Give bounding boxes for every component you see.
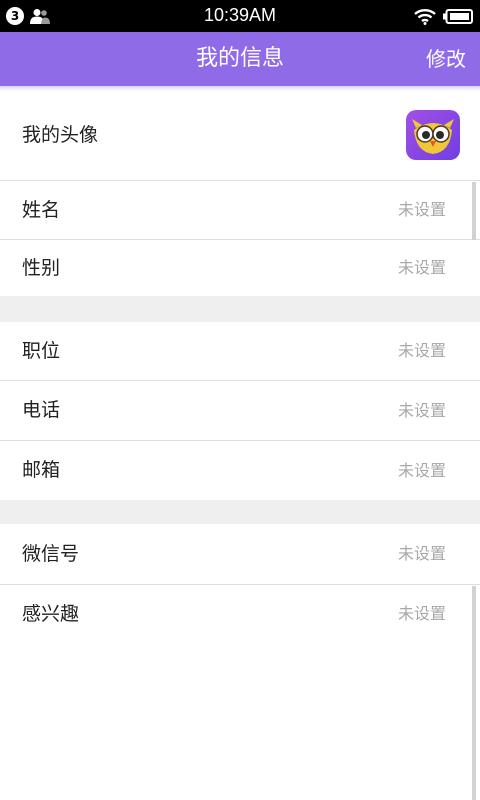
scrollbar-thumb[interactable]	[472, 586, 476, 800]
status-time: 10:39AM	[203, 5, 277, 25]
name-label: 姓名	[22, 199, 61, 221]
status-bar: 3 10:39AM	[0, 0, 480, 32]
page-title: 我的信息	[195, 46, 284, 71]
phone-label: 电话	[22, 399, 61, 421]
email-row[interactable]: 邮箱 未设置	[0, 441, 480, 500]
phone-row[interactable]: 电话 未设置	[0, 381, 480, 440]
wechat-row[interactable]: 微信号 未设置	[0, 524, 480, 584]
owl-app-icon[interactable]	[406, 110, 460, 160]
edit-button[interactable]: 修改	[426, 32, 466, 86]
wechat-value: 未设置	[397, 544, 446, 563]
position-value: 未设置	[397, 341, 446, 360]
email-label: 邮箱	[22, 459, 61, 481]
title-bar: 我的信息 修改	[0, 32, 480, 86]
scrollbar-thumb[interactable]	[472, 182, 476, 240]
avatar-label: 我的头像	[22, 124, 99, 146]
position-label: 职位	[22, 340, 61, 362]
gender-row[interactable]: 性别 未设置	[0, 240, 480, 296]
section-gap	[0, 296, 480, 322]
interests-label: 感兴趣	[22, 603, 80, 625]
position-row[interactable]: 职位 未设置	[0, 322, 480, 380]
wechat-label: 微信号	[22, 543, 80, 565]
name-row[interactable]: 姓名 未设置	[0, 181, 480, 239]
name-value: 未设置	[397, 200, 446, 219]
section-gap	[0, 500, 480, 524]
interests-value: 未设置	[397, 604, 446, 623]
gender-label: 性别	[22, 257, 61, 279]
interests-row[interactable]: 感兴趣 未设置	[0, 585, 480, 643]
battery-icon	[443, 9, 473, 24]
wifi-icon	[414, 9, 436, 25]
gender-value: 未设置	[397, 258, 446, 277]
email-value: 未设置	[397, 461, 446, 480]
phone-value: 未设置	[397, 401, 446, 420]
